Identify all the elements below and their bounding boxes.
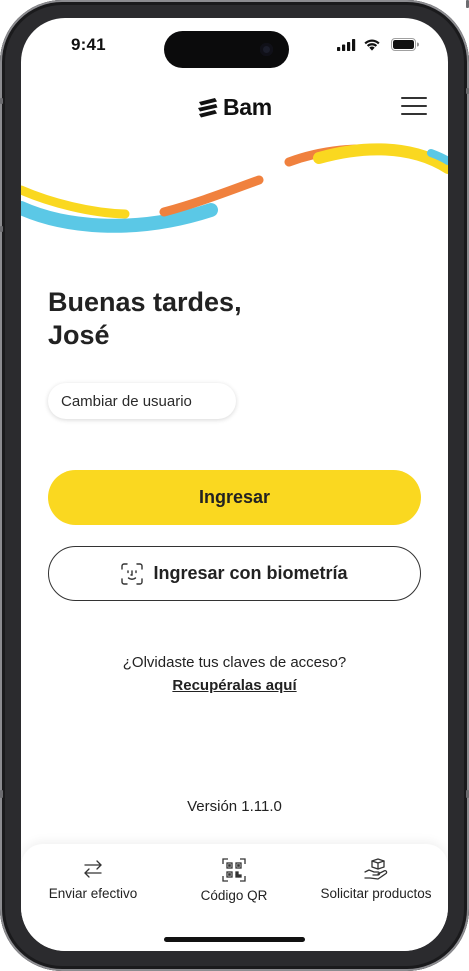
hand-box-icon [364,858,388,880]
side-button [0,98,3,104]
status-time: 9:41 [71,35,106,54]
home-indicator[interactable] [164,937,305,942]
side-button [0,790,3,798]
nav-send-cash[interactable]: Enviar efectivo [48,858,138,908]
hamburger-menu-icon[interactable] [401,95,429,117]
nav-request-products-label: Solicitar productos [320,886,432,901]
camera-icon [260,43,273,56]
cellular-signal-icon [337,39,356,51]
bam-logo-icon [198,98,218,118]
dynamic-island [164,31,289,68]
face-id-icon [121,562,144,585]
greeting-user-name: José [48,320,110,350]
brand-name: Bam [223,93,272,120]
wifi-icon [364,39,380,51]
nav-send-cash-label: Enviar efectivo [48,886,138,901]
status-bar: 9:41 [21,18,448,70]
biometric-login-button[interactable]: Ingresar con biometría [48,546,421,601]
app-version: Versión 1.11.0 [187,798,282,815]
decorative-waves [21,143,448,233]
app-screen: 9:41 Bam Buenas tardes, José Cambiar de … [21,18,448,951]
battery-icon [391,38,419,51]
bottom-navigation: Enviar efectivo Código QR Solicitar prod… [21,844,448,951]
nav-qr-code[interactable]: Código QR [194,858,274,908]
nav-qr-code-label: Código QR [200,888,268,903]
brand-logo: Bam [197,92,272,122]
forgot-credentials-text: ¿Olvidaste tus claves de acceso? [122,654,347,671]
greeting-line-1: Buenas tardes, [48,287,242,317]
login-button[interactable]: Ingresar [48,470,421,525]
qr-code-icon [222,858,246,882]
recover-credentials-link[interactable]: Recupéralas aquí [21,677,448,694]
side-button [0,226,3,232]
phone-frame: 9:41 Bam Buenas tardes, José Cambiar de … [0,0,469,971]
change-user-button[interactable]: Cambiar de usuario [48,383,236,419]
biometric-button-label: Ingresar con biometría [153,563,348,583]
greeting-title: Buenas tardes, José [48,286,242,352]
change-user-label: Cambiar de usuario [61,392,192,410]
login-button-label: Ingresar [198,487,271,507]
nav-request-products[interactable]: Solicitar productos [318,858,434,908]
transfer-arrows-icon [84,860,102,878]
